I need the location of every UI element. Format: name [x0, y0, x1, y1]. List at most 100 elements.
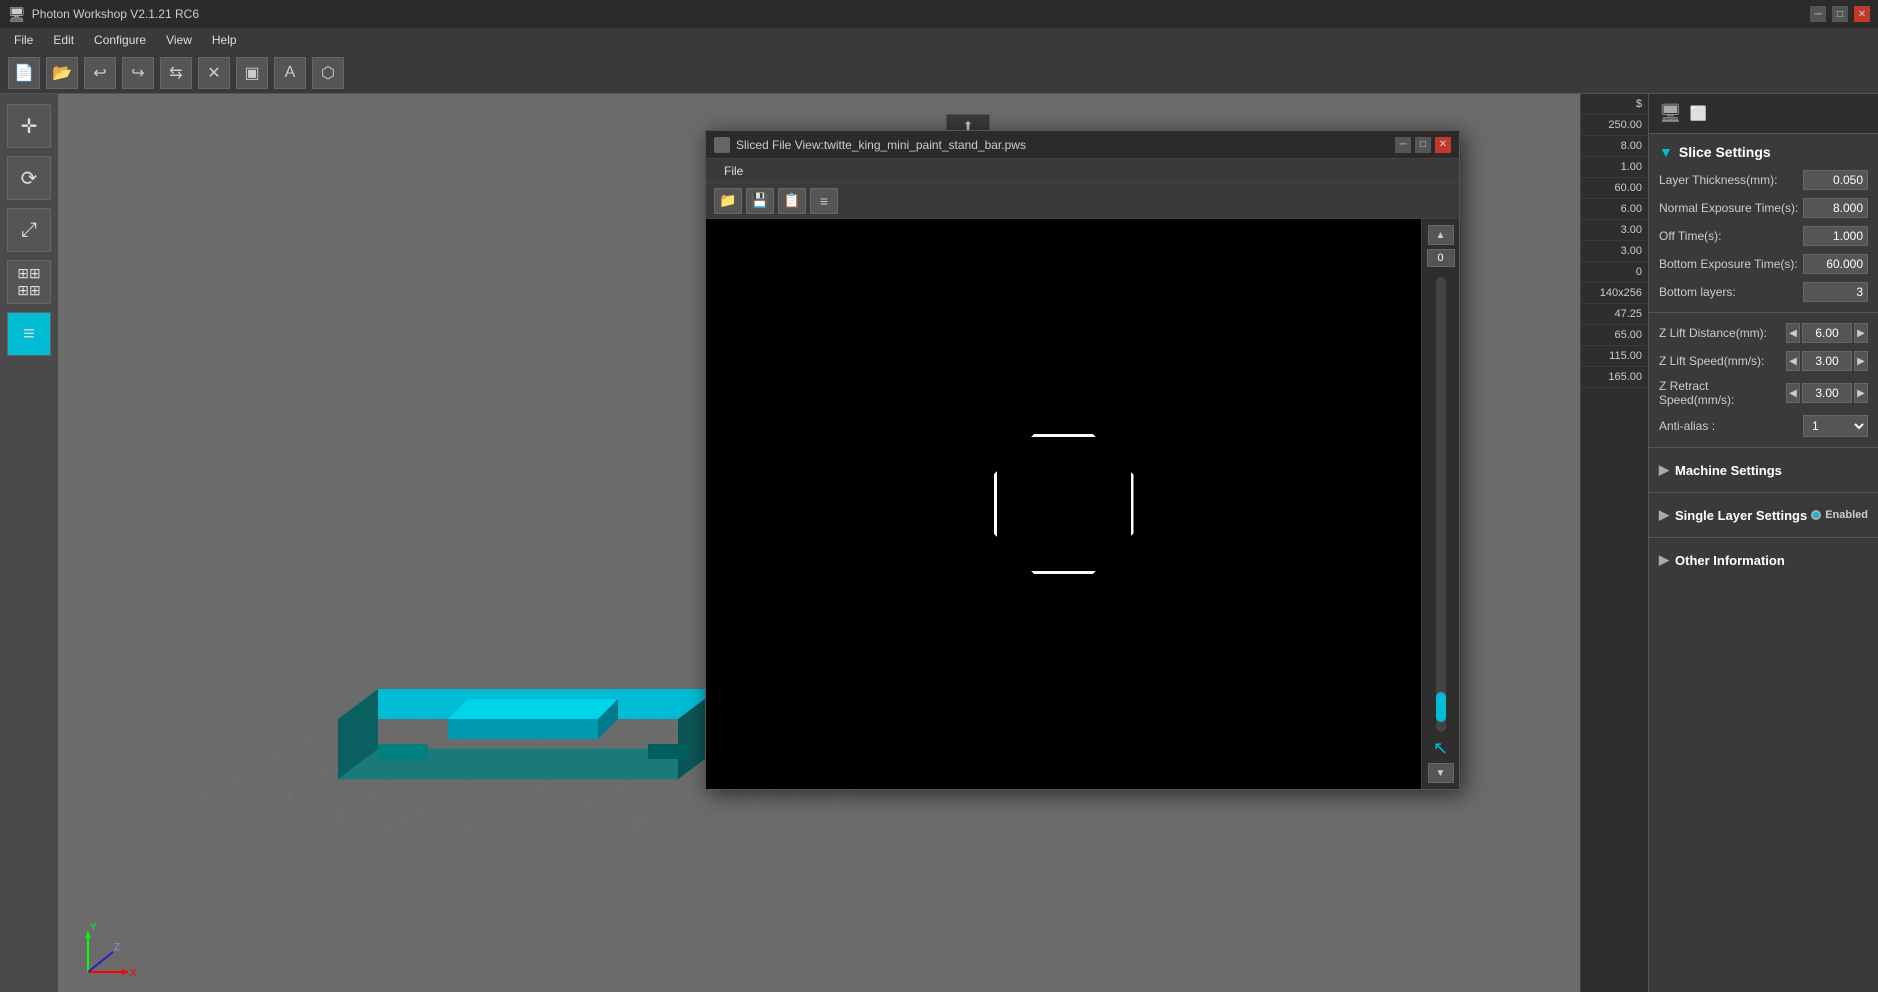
z-retract-speed-up[interactable]: ▶: [1854, 383, 1868, 403]
rect-select-button[interactable]: ▣: [236, 57, 268, 89]
divider-4: [1649, 537, 1878, 538]
right-panel: 🖥 ⬜ ▼ Slice Settings Layer Thickness(mm)…: [1648, 94, 1878, 992]
octagon-container: [994, 434, 1134, 574]
menu-edit[interactable]: Edit: [43, 31, 84, 49]
dialog-app-icon: [714, 137, 730, 153]
tool-grid[interactable]: ⊞⊞⊞⊞: [7, 260, 51, 304]
z-lift-speed-label: Z Lift Speed(mm/s):: [1659, 354, 1786, 368]
octagon-shape: [994, 434, 1134, 574]
shape-button[interactable]: ⬡: [312, 57, 344, 89]
single-layer-enabled-badge: Enabled: [1811, 509, 1868, 521]
val-65: 65.00: [1581, 325, 1648, 346]
divider-1: [1649, 312, 1878, 313]
val-3a: 3.00: [1581, 220, 1648, 241]
dialog-minimize-button[interactable]: ─: [1395, 137, 1411, 153]
other-info-arrow: ▶: [1659, 552, 1669, 568]
val-1: 1.00: [1581, 157, 1648, 178]
text-button[interactable]: A: [274, 57, 306, 89]
menu-configure[interactable]: Configure: [84, 31, 156, 49]
other-information-header[interactable]: ▶ Other Information: [1649, 544, 1878, 576]
menu-file[interactable]: File: [4, 31, 43, 49]
menu-view[interactable]: View: [156, 31, 202, 49]
anti-alias-row: Anti-alias : 1 2 4 8: [1649, 411, 1878, 441]
z-lift-dist-down[interactable]: ◀: [1786, 323, 1800, 343]
mirror-button[interactable]: ⇆: [160, 57, 192, 89]
layer-thickness-label: Layer Thickness(mm):: [1659, 173, 1803, 187]
single-layer-header[interactable]: ▶ Single Layer Settings Enabled: [1649, 499, 1878, 531]
sliced-save-button[interactable]: 💾: [746, 188, 774, 214]
slice-settings-arrow: ▼: [1659, 144, 1673, 160]
z-retract-speed-input[interactable]: [1802, 383, 1852, 403]
bottom-exposure-input[interactable]: [1803, 254, 1868, 274]
sliced-menu-bar: File: [706, 159, 1459, 183]
dialog-close-button[interactable]: ✕: [1435, 137, 1451, 153]
delete-button[interactable]: ✕: [198, 57, 230, 89]
tool-layers[interactable]: ≡: [7, 312, 51, 356]
z-lift-speed-down[interactable]: ◀: [1786, 351, 1800, 371]
normal-exposure-input[interactable]: [1803, 198, 1868, 218]
axis-indicator: X Y Z: [78, 912, 138, 972]
layer-counter-input[interactable]: [1427, 249, 1455, 267]
z-lift-dist-input[interactable]: [1802, 323, 1852, 343]
enabled-text: Enabled: [1825, 509, 1868, 521]
sliced-open-button[interactable]: 📁: [714, 188, 742, 214]
minimize-button[interactable]: ─: [1810, 6, 1826, 22]
z-lift-speed-spinbox: ◀ ▶: [1786, 351, 1868, 371]
menu-help[interactable]: Help: [202, 31, 247, 49]
left-sidebar: ✛ ⟳ ⤢ ⊞⊞⊞⊞ ≡: [0, 94, 58, 992]
z-lift-dist-label: Z Lift Distance(mm):: [1659, 326, 1786, 340]
app-title: Photon Workshop V2.1.21 RC6: [32, 7, 199, 21]
layer-scroll-down[interactable]: ▼: [1428, 763, 1454, 783]
maximize-button[interactable]: □: [1832, 6, 1848, 22]
open-button[interactable]: 📂: [46, 57, 78, 89]
bottom-layers-input[interactable]: [1803, 282, 1868, 302]
panel-other-icon: ⬜: [1690, 105, 1707, 122]
undo-button[interactable]: ↩: [84, 57, 116, 89]
machine-settings-header[interactable]: ▶ Machine Settings: [1649, 454, 1878, 486]
layer-scrollbar: ▲ ↖ ▼: [1421, 219, 1459, 789]
val-3b: 3.00: [1581, 241, 1648, 262]
z-lift-dist-up[interactable]: ▶: [1854, 323, 1868, 343]
title-bar: 🖥 Photon Workshop V2.1.21 RC6 ─ □ ✕: [0, 0, 1878, 28]
dialog-maximize-button[interactable]: □: [1415, 137, 1431, 153]
dialog-win-controls: ─ □ ✕: [1395, 137, 1451, 153]
machine-settings-label: Machine Settings: [1675, 463, 1782, 478]
val-250: 250.00: [1581, 115, 1648, 136]
z-retract-speed-row: Z Retract Speed(mm/s): ◀ ▶: [1649, 375, 1878, 411]
redo-button[interactable]: ↪: [122, 57, 154, 89]
sliced-toolbar: 📁 💾 📋 ≡: [706, 183, 1459, 219]
z-lift-speed-row: Z Lift Speed(mm/s): ◀ ▶: [1649, 347, 1878, 375]
machine-settings-arrow: ▶: [1659, 462, 1669, 478]
val-60: 60.00: [1581, 178, 1648, 199]
tool-move[interactable]: ✛: [7, 104, 51, 148]
tool-rotate[interactable]: ⟳: [7, 156, 51, 200]
tool-scale[interactable]: ⤢: [7, 208, 51, 252]
sliced-menu-button[interactable]: ≡: [810, 188, 838, 214]
new-button[interactable]: 📄: [8, 57, 40, 89]
val-8: 8.00: [1581, 136, 1648, 157]
svg-text:Z: Z: [114, 942, 120, 953]
off-time-input[interactable]: [1803, 226, 1868, 246]
val-dollar: $: [1581, 94, 1648, 115]
window-controls: ─ □ ✕: [1810, 6, 1870, 22]
bottom-exposure-label: Bottom Exposure Time(s):: [1659, 257, 1803, 271]
sliced-file-menu[interactable]: File: [714, 162, 753, 180]
z-lift-speed-input[interactable]: [1802, 351, 1852, 371]
layer-thickness-input[interactable]: [1803, 170, 1868, 190]
z-retract-speed-down[interactable]: ◀: [1786, 383, 1800, 403]
bottom-layers-row: Bottom layers:: [1649, 278, 1878, 306]
close-button[interactable]: ✕: [1854, 6, 1870, 22]
scroll-track[interactable]: [1436, 277, 1446, 732]
layer-preview: [706, 219, 1421, 789]
z-lift-speed-up[interactable]: ▶: [1854, 351, 1868, 371]
normal-exposure-row: Normal Exposure Time(s):: [1649, 194, 1878, 222]
sliced-copy-button[interactable]: 📋: [778, 188, 806, 214]
val-6: 6.00: [1581, 199, 1648, 220]
layer-scroll-up[interactable]: ▲: [1428, 225, 1454, 245]
enabled-radio-dot: [1811, 510, 1821, 520]
single-layer-label: Single Layer Settings: [1675, 508, 1807, 523]
anti-alias-label: Anti-alias :: [1659, 419, 1803, 433]
single-layer-arrow: ▶: [1659, 507, 1669, 523]
anti-alias-select[interactable]: 1 2 4 8: [1803, 415, 1868, 437]
values-column: $ 250.00 8.00 1.00 60.00 6.00 3.00 3.00 …: [1580, 94, 1648, 992]
